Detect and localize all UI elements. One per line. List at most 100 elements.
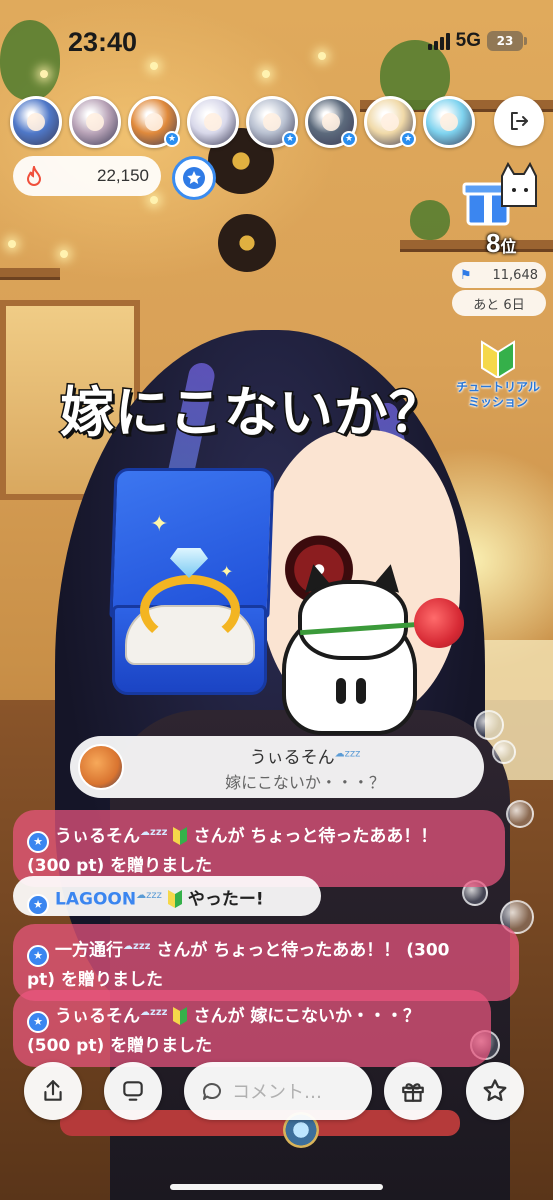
beginner-icon (173, 826, 188, 845)
sleep-emoji: ☁zzz (140, 1007, 168, 1018)
bubble (474, 710, 504, 740)
gold-ring (140, 575, 240, 645)
network-type: 5G (455, 30, 481, 51)
fairy-light (8, 240, 16, 248)
favorite-button[interactable] (466, 1062, 524, 1120)
avatar-face (86, 113, 104, 131)
viewer-avatar[interactable] (423, 96, 475, 148)
pinned-comment[interactable]: うぃるそん☁zzz 嫁にこないか・・・？ (70, 736, 484, 798)
points-counter[interactable]: 22,150 (13, 156, 161, 196)
gift-comment[interactable]: ★ うぃるそん☁zzz さんが 嫁にこないか・・・？ (500 pt) を贈りました (13, 990, 491, 1067)
avatar-face (381, 113, 399, 131)
status-indicators: 5G 23 (427, 30, 527, 52)
user-level-icon: ★ (27, 944, 49, 967)
comment-text: さんが 嫁にこないか・・・？ (193, 1006, 421, 1027)
viewer-avatar[interactable] (10, 96, 62, 148)
comment-placeholder: コメント… (232, 1082, 322, 1103)
exit-button[interactable] (494, 96, 544, 146)
pinned-comment-text: 嫁にこないか・・・？ (225, 773, 385, 792)
comment-author[interactable]: うぃるそん (55, 827, 140, 847)
wall-shelf (400, 240, 553, 252)
screen-button[interactable] (104, 1062, 162, 1120)
status-time: 23:40 (68, 27, 138, 57)
stream-overlay-title: 嫁にこないか？ (59, 380, 445, 446)
star-icon (483, 1079, 507, 1102)
sleep-emoji: ☁zzz (136, 890, 162, 901)
avatar[interactable] (78, 744, 124, 790)
comment-text-line2: (300 pt) を贈りました (27, 855, 213, 876)
exit-icon (511, 112, 528, 130)
comment-author[interactable]: 一方通行 (55, 941, 123, 961)
cat-mascot-head (298, 580, 408, 660)
fairy-light (150, 196, 158, 204)
cat-eye (356, 678, 366, 704)
verified-badge-icon: ★ (341, 131, 357, 147)
rank-display[interactable]: 8位 (486, 228, 516, 259)
comment-input[interactable]: コメント… (184, 1062, 372, 1120)
viewer-avatar[interactable]: ★ (246, 96, 298, 148)
viewer-avatar-list: ★ ★ ★ ★ (10, 96, 475, 148)
gift-icon (402, 1083, 424, 1102)
speech-bubble-icon (202, 1083, 221, 1100)
pinned-comment-author: うぃるそん☁zzz (140, 743, 470, 768)
fairy-light (60, 250, 68, 258)
rank-suffix: 位 (500, 239, 517, 256)
comment-author[interactable]: うぃるそん (55, 1007, 140, 1027)
level-badge-button[interactable] (172, 156, 216, 200)
comment-text-line2: pt) を贈りました (27, 969, 163, 990)
user-level-icon: ★ (27, 830, 49, 853)
points-value: 22,150 (97, 166, 149, 185)
verified-badge-icon: ★ (164, 131, 180, 147)
sleep-emoji: ☁zzz (334, 748, 361, 760)
wall-shelf (0, 268, 60, 280)
comment-text: さんが ちょっと待ったああ！！ (193, 826, 438, 847)
verified-badge-icon: ★ (400, 131, 416, 147)
home-indicator (170, 1184, 383, 1190)
avatar-face (27, 113, 45, 131)
viewer-avatar[interactable] (69, 96, 121, 148)
screen-icon (123, 1081, 143, 1101)
avatar-face (263, 113, 281, 131)
avatar-face (204, 113, 222, 131)
gift-cat-icon[interactable] (462, 160, 544, 232)
sparkle-icon: ✦ (150, 512, 169, 537)
viewer-avatar[interactable]: ★ (364, 96, 416, 148)
flag-icon: ⚑ (460, 267, 472, 283)
comment-author[interactable]: LAGOON (55, 890, 136, 910)
viewer-avatar[interactable]: ★ (128, 96, 180, 148)
cat-eye (336, 678, 346, 704)
user-level-icon: ★ (27, 893, 49, 916)
bubble (506, 800, 534, 828)
battery-icon: 23 (487, 31, 527, 51)
share-icon (44, 1080, 62, 1101)
avatar-face (322, 113, 340, 131)
sparkle-icon: ✦ (220, 562, 234, 581)
share-button[interactable] (24, 1062, 82, 1120)
user-level-icon: ★ (27, 1010, 49, 1033)
rank-points-pill[interactable]: ⚑ 11,648 (452, 262, 546, 288)
days-left-pill[interactable]: あと 6日 (452, 290, 546, 316)
fire-icon (26, 166, 42, 186)
avatar-face (440, 113, 458, 131)
star-badge-icon (183, 167, 205, 189)
chat-comment[interactable]: ★ LAGOON☁zzz やったー! (13, 876, 321, 916)
status-bar: 23:40 5G 23 (0, 0, 553, 86)
signal-icon (427, 32, 450, 50)
sleep-emoji: ☁zzz (123, 941, 151, 952)
beginner-icon (167, 889, 182, 908)
shelf-plant (410, 200, 450, 240)
pinned-author-name: うぃるそん (249, 748, 335, 768)
viewer-avatar[interactable]: ★ (305, 96, 357, 148)
comment-text: やったー! (187, 889, 264, 910)
days-left-value: あと 6日 (473, 297, 525, 313)
verified-badge-icon: ★ (282, 131, 298, 147)
beginner-icon (173, 1006, 188, 1025)
viewer-avatar[interactable] (187, 96, 239, 148)
vinyl-record (218, 214, 276, 272)
comment-text-line2: (500 pt) を贈りました (27, 1035, 213, 1056)
rank-points-value: 11,648 (492, 267, 539, 283)
comment-text: さんが ちょっと待ったああ！！ (300 (156, 940, 450, 961)
avatar-face (145, 113, 163, 131)
gift-button[interactable] (384, 1062, 442, 1120)
rank-number: 8 (486, 228, 501, 258)
